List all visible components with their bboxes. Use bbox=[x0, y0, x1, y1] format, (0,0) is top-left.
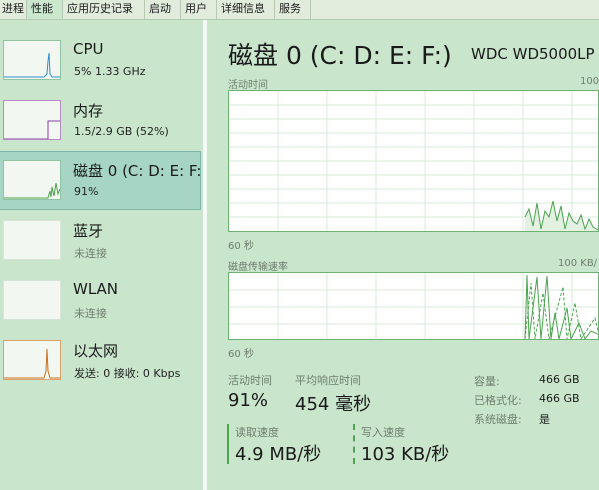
transfer-rate-graph-max: 100 KB/ bbox=[558, 258, 598, 269]
bluetooth-thumbnail-graph bbox=[3, 220, 61, 260]
disk-thumbnail-line bbox=[4, 182, 60, 199]
sidebar-item-ethernet[interactable]: 以太网 发送: 0 接收: 0 Kbps bbox=[0, 332, 200, 389]
sidebar-item-memory[interactable]: 内存 1.5/2.9 GB (52%) bbox=[0, 92, 200, 149]
pane-splitter[interactable] bbox=[203, 20, 207, 490]
active-time-graph-svg bbox=[229, 91, 598, 231]
tab-services[interactable]: 服务 bbox=[275, 0, 311, 19]
write-speed-indicator bbox=[353, 424, 355, 464]
active-time-gridlines bbox=[229, 91, 598, 231]
tab-performance[interactable]: 性能 bbox=[27, 0, 63, 19]
transfer-rate-write-line bbox=[524, 282, 598, 339]
sidebar-item-title: WLAN bbox=[73, 280, 119, 298]
sidebar-item-title: 蓝牙 bbox=[73, 222, 104, 240]
sidebar-item-subtitle: 发送: 0 接收: 0 Kbps bbox=[74, 367, 181, 380]
memory-thumbnail-graph bbox=[3, 100, 61, 140]
system-disk-value: 是 bbox=[539, 413, 550, 426]
formatted-label: 已格式化: bbox=[474, 394, 522, 407]
transfer-rate-graph-duration: 60 秒 bbox=[228, 349, 254, 360]
sidebar-item-subtitle: 未连接 bbox=[74, 247, 107, 260]
active-time-value: 91% bbox=[228, 390, 269, 411]
transfer-rate-graph-label: 磁盘传输速率 bbox=[228, 262, 288, 273]
sidebar-item-disk[interactable]: 磁盘 0 (C: D: E: F: 91% bbox=[0, 151, 202, 210]
sidebar-item-title: CPU bbox=[73, 40, 104, 58]
page-title: 磁盘 0 (C: D: E: F:) bbox=[228, 41, 452, 70]
sidebar-item-subtitle: 未连接 bbox=[74, 307, 107, 320]
transfer-rate-graph-svg bbox=[229, 273, 598, 339]
sidebar-item-subtitle: 91% bbox=[74, 185, 99, 198]
sidebar-item-subtitle: 1.5/2.9 GB (52%) bbox=[74, 125, 169, 138]
response-time-label: 平均响应时间 bbox=[295, 374, 361, 387]
active-time-label: 活动时间 bbox=[228, 374, 272, 387]
formatted-value: 466 GB bbox=[539, 392, 580, 405]
capacity-value: 466 GB bbox=[539, 373, 580, 386]
write-speed-value: 103 KB/秒 bbox=[361, 444, 450, 465]
transfer-rate-gridlines bbox=[229, 273, 598, 339]
cpu-thumbnail-graph bbox=[3, 40, 61, 80]
tab-startup[interactable]: 启动 bbox=[145, 0, 181, 19]
ethernet-thumbnail-line bbox=[4, 348, 60, 379]
capacity-label: 容量: bbox=[474, 375, 500, 388]
response-time-value: 454 毫秒 bbox=[295, 394, 372, 415]
read-speed-indicator bbox=[227, 424, 229, 464]
sidebar-item-wlan[interactable]: WLAN 未连接 bbox=[0, 272, 200, 329]
read-speed-label: 读取速度 bbox=[235, 426, 279, 439]
write-speed-label: 写入速度 bbox=[361, 426, 405, 439]
active-time-graph-duration: 60 秒 bbox=[228, 241, 254, 252]
tab-app-history[interactable]: 应用历史记录 bbox=[63, 0, 145, 19]
active-time-graph-max: 100 bbox=[580, 76, 599, 87]
performance-sidebar: CPU 5% 1.33 GHz 内存 1.5/2.9 GB (52%) 磁盘 0… bbox=[0, 20, 203, 490]
sidebar-item-title: 内存 bbox=[73, 102, 104, 120]
tab-processes[interactable]: 进程 bbox=[0, 0, 27, 19]
tab-details[interactable]: 详细信息 bbox=[217, 0, 275, 19]
sidebar-item-bluetooth[interactable]: 蓝牙 未连接 bbox=[0, 212, 200, 269]
cpu-thumbnail-line bbox=[4, 52, 60, 78]
disk-model: WDC WD5000LP bbox=[471, 45, 595, 63]
memory-thumbnail-line bbox=[4, 120, 60, 139]
sidebar-item-title: 磁盘 0 (C: D: E: F: bbox=[73, 162, 202, 180]
wlan-thumbnail-graph bbox=[3, 280, 61, 320]
disk-thumbnail-graph bbox=[3, 160, 61, 200]
sidebar-item-title: 以太网 bbox=[73, 342, 119, 360]
active-time-graph bbox=[228, 90, 599, 232]
sidebar-item-subtitle: 5% 1.33 GHz bbox=[74, 65, 146, 78]
active-time-graph-label: 活动时间 bbox=[228, 80, 268, 91]
transfer-rate-graph bbox=[228, 272, 599, 340]
read-speed-value: 4.9 MB/秒 bbox=[235, 444, 322, 465]
ethernet-thumbnail-graph bbox=[3, 340, 61, 380]
tab-users[interactable]: 用户 bbox=[181, 0, 217, 19]
system-disk-label: 系统磁盘: bbox=[474, 413, 522, 426]
tab-strip: 进程 性能 应用历史记录 启动 用户 详细信息 服务 bbox=[0, 0, 599, 20]
sidebar-item-cpu[interactable]: CPU 5% 1.33 GHz bbox=[0, 32, 200, 89]
